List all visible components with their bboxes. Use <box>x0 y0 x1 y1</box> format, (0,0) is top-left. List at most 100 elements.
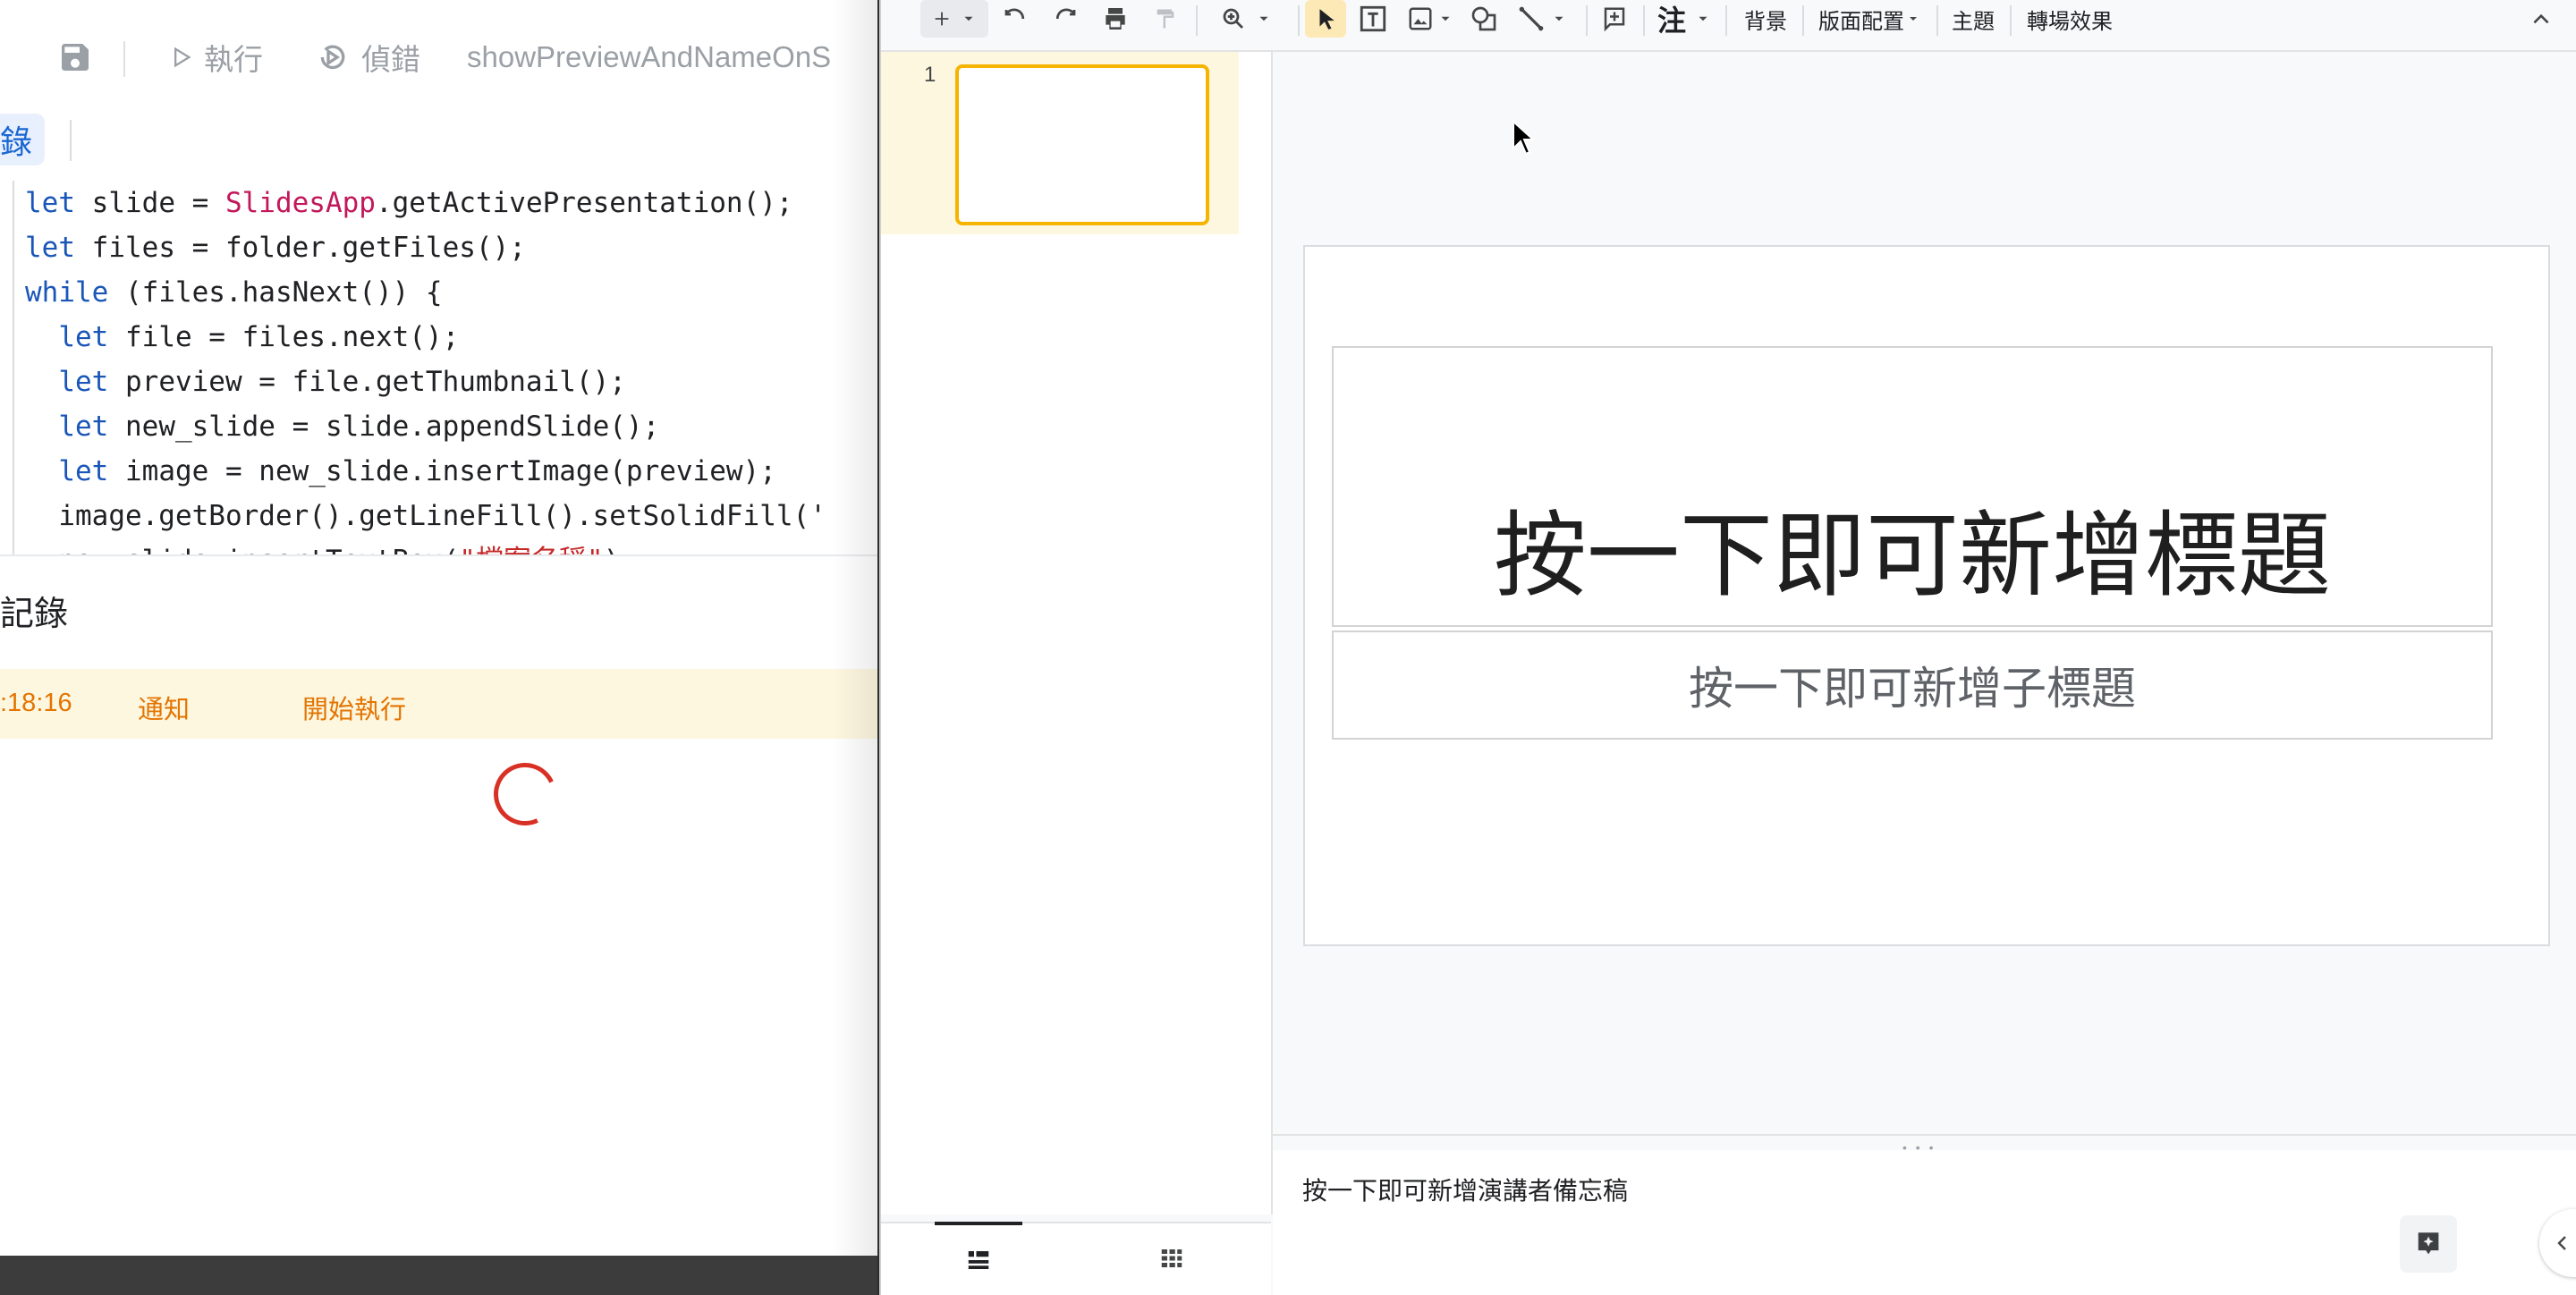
print-icon[interactable] <box>1097 0 1133 38</box>
slide-thumbnail[interactable] <box>955 64 1209 225</box>
taskbar <box>0 1256 877 1295</box>
execution-log-label: 錄 <box>0 123 33 160</box>
code-token: .getActivePresentation(); <box>375 187 793 219</box>
debug-icon <box>320 45 345 70</box>
code-token: image.getBorder().getLineFill().setSolid… <box>25 500 826 532</box>
log-message: 開始執行 <box>302 696 407 724</box>
cursor-arrow-icon <box>1319 9 1335 30</box>
code-token: ); <box>604 545 637 554</box>
code-line: let image = new_slide.insertImage(previe… <box>25 449 776 494</box>
code-line: let files = folder.getFiles(); <box>25 225 526 270</box>
filmstrip-view-button[interactable] <box>935 1222 1022 1295</box>
subtitle-placeholder[interactable]: 按一下即可新增子標題 <box>1332 631 2493 740</box>
code-token: while <box>25 276 109 309</box>
code-line: let new_slide = slide.appendSlide(); <box>25 404 659 449</box>
code-token: let <box>58 366 109 398</box>
save-icon[interactable] <box>57 16 93 98</box>
code-line: while (files.hasNext()) { <box>25 270 443 315</box>
indent-guide <box>13 181 14 554</box>
title-placeholder[interactable]: 按一下即可新增標題 <box>1332 346 2493 627</box>
line-tool-button[interactable] <box>1511 0 1573 38</box>
input-tools-label: 注 <box>1657 4 1686 37</box>
toolbar-divider <box>123 41 125 77</box>
input-tools-button[interactable]: 注 <box>1654 0 1715 38</box>
chevron-left-icon <box>2557 1236 2566 1250</box>
code-editor[interactable]: let slide = SlidesApp.getActivePresentat… <box>0 181 877 554</box>
zoom-icon <box>1223 8 1243 29</box>
execution-log-button[interactable]: 錄 <box>0 114 46 165</box>
script-toolbar: 執行 偵錯 showPreviewAndNameOnS <box>0 16 877 100</box>
chevron-down-icon <box>1699 16 1707 21</box>
line-icon <box>1519 6 1544 31</box>
grid-view-button[interactable] <box>1128 1222 1216 1295</box>
chevron-down-icon <box>1259 16 1268 21</box>
explore-button[interactable] <box>2400 1215 2457 1273</box>
slides-window: 注 背景 版面配置 主題 轉場效果 1 按一下即可新增標題 按一下即可新增子標題… <box>879 0 2576 1295</box>
slides-toolbar: 注 背景 版面配置 主題 轉場效果 <box>881 0 2576 52</box>
debug-label: 偵錯 <box>361 43 420 76</box>
log-level: 通知 <box>138 696 191 724</box>
new-slide-button[interactable] <box>920 0 988 38</box>
insert-image-button[interactable] <box>1402 0 1459 38</box>
code-token: preview = file.getThumbnail(); <box>108 366 626 398</box>
window-shadow <box>832 0 877 1256</box>
plus-icon <box>935 12 949 26</box>
chevron-down-icon <box>1441 16 1450 21</box>
layout-label: 版面配置 <box>1818 9 1904 34</box>
code-token: let <box>25 232 75 264</box>
add-comment-icon[interactable] <box>1597 0 1632 38</box>
redo-icon[interactable] <box>1047 0 1083 38</box>
execution-log-title: 記錄 <box>0 596 69 633</box>
code-token: file = files.next(); <box>108 321 460 353</box>
log-time: :18:16 <box>0 689 72 717</box>
run-label: 執行 <box>204 43 263 76</box>
explore-sparkle-icon <box>2418 1232 2439 1255</box>
editor-tabs-row <box>0 98 877 181</box>
code-line: let file = files.next(); <box>25 315 459 360</box>
toolbar-divider <box>1802 5 1804 36</box>
run-button[interactable]: 執行 <box>168 16 263 98</box>
code-token: SlidesApp <box>225 187 376 219</box>
tabs-divider <box>70 120 72 161</box>
code-token: let <box>58 321 109 353</box>
play-icon <box>174 47 191 68</box>
title-placeholder-text: 按一下即可新增標題 <box>1493 501 2331 610</box>
chevron-down-icon <box>1555 16 1563 21</box>
toolbar-divider <box>2010 5 2012 36</box>
background-button[interactable]: 背景 <box>1736 0 1795 38</box>
undo-icon[interactable] <box>997 0 1033 38</box>
layout-button[interactable]: 版面配置 <box>1811 0 1928 38</box>
paint-format-icon[interactable] <box>1148 0 1183 38</box>
grid-view-icon <box>1161 1249 1182 1267</box>
transition-button[interactable]: 轉場效果 <box>2019 0 2121 38</box>
zoom-button[interactable] <box>1208 0 1284 38</box>
code-token: new_slide.insertTextBox( <box>25 545 459 554</box>
speaker-notes-placeholder[interactable]: 按一下即可新增演講者備忘稿 <box>1302 1172 1628 1207</box>
select-tool-button[interactable] <box>1305 0 1346 38</box>
toolbar-divider <box>1725 5 1727 36</box>
code-line: new_slide.insertTextBox("檔案名稱"); <box>25 538 637 554</box>
image-icon <box>1409 7 1432 30</box>
chevron-down-icon <box>964 16 973 21</box>
code-token: slide = <box>75 187 225 219</box>
code-line: let preview = file.getThumbnail(); <box>25 360 626 404</box>
transition-label: 轉場效果 <box>2027 9 2113 34</box>
toolbar-divider <box>1586 5 1588 36</box>
shape-icon[interactable] <box>1466 0 1502 38</box>
text-box-icon[interactable] <box>1355 0 1391 38</box>
toolbar-divider <box>1643 5 1645 36</box>
code-token: "檔案名稱" <box>459 545 603 554</box>
toolbar-divider <box>1936 5 1938 36</box>
loading-spinner-icon <box>485 754 565 834</box>
toolbar-divider <box>1196 5 1198 36</box>
debug-button[interactable]: 偵錯 <box>315 16 420 98</box>
code-token: (files.hasNext()) { <box>108 276 443 309</box>
collapse-toolbar-icon[interactable] <box>2523 0 2559 38</box>
code-line: let slide = SlidesApp.getActivePresentat… <box>25 181 793 225</box>
code-token: let <box>58 411 109 443</box>
theme-button[interactable]: 主題 <box>1945 0 2001 38</box>
function-selector[interactable]: showPreviewAndNameOnS <box>467 16 831 98</box>
